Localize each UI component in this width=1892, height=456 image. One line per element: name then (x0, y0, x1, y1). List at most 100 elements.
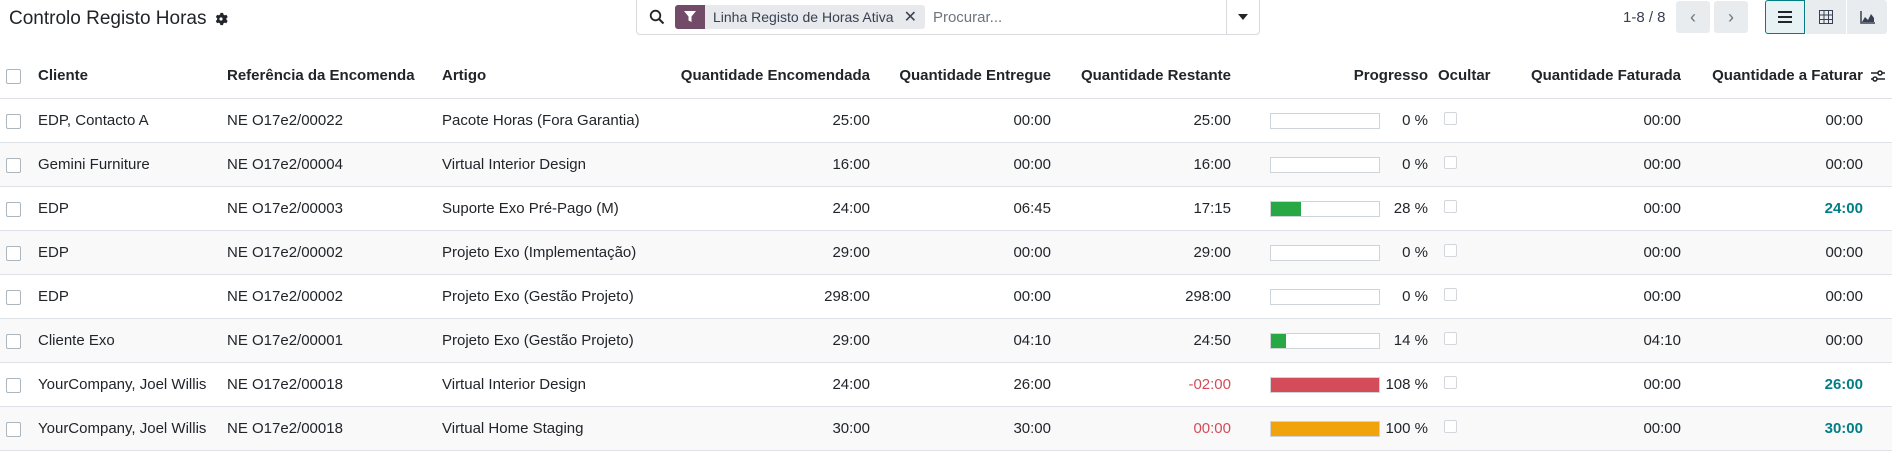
graph-view-button[interactable] (1847, 0, 1887, 34)
cell-entregue[interactable]: 26:00 (870, 362, 1051, 407)
cell-referencia[interactable]: NE O17e2/00022 (213, 98, 413, 143)
column-header-cliente[interactable]: Cliente (25, 53, 213, 99)
cell-referencia[interactable]: NE O17e2/00002 (213, 274, 413, 319)
cell-entregue[interactable]: 30:00 (870, 406, 1051, 451)
table-row[interactable]: EDP, Contacto A NE O17e2/00022 Pacote Hora… (0, 98, 1892, 143)
cell-restante[interactable]: 298:00 (1051, 274, 1231, 319)
cell-artigo[interactable]: Projeto Exo (Gestão Projeto) (413, 318, 653, 363)
cell-encomendada[interactable]: 24:00 (653, 362, 870, 407)
cell-referencia[interactable]: NE O17e2/00003 (213, 186, 413, 231)
cell-encomendada[interactable]: 24:00 (653, 186, 870, 231)
cell-artigo[interactable]: Virtual Interior Design (413, 142, 653, 187)
cell-faturada[interactable]: 00:00 (1508, 142, 1681, 187)
cell-cliente[interactable]: Cliente Exo (25, 318, 213, 363)
cell-restante[interactable]: 29:00 (1051, 230, 1231, 275)
cell-encomendada[interactable]: 25:00 (653, 98, 870, 143)
cell-faturada[interactable]: 04:10 (1508, 318, 1681, 363)
cell-artigo[interactable]: Suporte Exo Pré-Pago (M) (413, 186, 653, 231)
cell-entregue[interactable]: 00:00 (870, 230, 1051, 275)
row-checkbox[interactable] (6, 289, 21, 305)
row-checkbox[interactable] (6, 377, 21, 393)
cell-a-faturar[interactable]: 24:00 (1681, 186, 1863, 231)
cell-artigo[interactable]: Virtual Interior Design (413, 362, 653, 407)
cell-progresso[interactable]: 0 % (1231, 230, 1428, 275)
cell-cliente[interactable]: EDP (25, 274, 213, 319)
cell-referencia[interactable]: NE O17e2/00002 (213, 230, 413, 275)
table-row[interactable]: EDP NE O17e2/00002 Projeto Exo (Gestão Pro… (0, 274, 1892, 319)
toggle-search-panel-button[interactable] (1226, 0, 1259, 34)
cell-a-faturar[interactable]: 30:00 (1681, 406, 1863, 451)
cell-entregue[interactable]: 00:00 (870, 98, 1051, 143)
column-header-referencia[interactable]: Referência da Encomenda (213, 53, 415, 99)
cell-restante[interactable]: 24:50 (1051, 318, 1231, 363)
column-header-artigo[interactable]: Artigo (413, 53, 653, 99)
hide-checkbox[interactable] (1444, 244, 1457, 257)
row-checkbox[interactable] (6, 333, 21, 349)
cell-cliente[interactable]: EDP (25, 186, 213, 231)
row-checkbox[interactable] (6, 201, 21, 217)
column-header-restante[interactable]: Quantidade Restante (1051, 53, 1231, 99)
hide-checkbox[interactable] (1444, 376, 1457, 389)
hide-checkbox[interactable] (1444, 200, 1457, 213)
cell-restante[interactable]: -02:00 (1051, 362, 1231, 407)
remove-filter-icon[interactable]: ✕ (904, 7, 925, 27)
row-checkbox[interactable] (6, 113, 21, 129)
cell-cliente[interactable]: Gemini Furniture (25, 142, 213, 187)
table-row[interactable]: EDP NE O17e2/00003 Suporte Exo Pré-Pago (M… (0, 186, 1892, 231)
cell-referencia[interactable]: NE O17e2/00018 (213, 406, 413, 451)
cell-restante[interactable]: 17:15 (1051, 186, 1231, 231)
row-checkbox[interactable] (6, 245, 21, 261)
select-all-checkbox[interactable] (6, 68, 21, 84)
cell-entregue[interactable]: 04:10 (870, 318, 1051, 363)
column-header-progresso[interactable]: Progresso (1231, 53, 1428, 99)
cell-a-faturar[interactable]: 00:00 (1681, 98, 1863, 143)
cell-faturada[interactable]: 00:00 (1508, 274, 1681, 319)
cell-progresso[interactable]: 0 % (1231, 274, 1428, 319)
cell-restante[interactable]: 16:00 (1051, 142, 1231, 187)
cell-entregue[interactable]: 00:00 (870, 142, 1051, 187)
column-header-a-faturar[interactable]: Quantidade a Faturar (1681, 53, 1863, 99)
cell-artigo[interactable]: Virtual Home Staging (413, 406, 653, 451)
cell-progresso[interactable]: 14 % (1231, 318, 1428, 363)
table-row[interactable]: Gemini Furniture NE O17e2/00004 Virtual In… (0, 142, 1892, 187)
pager-value[interactable]: 1-8 / 8 (1623, 9, 1666, 26)
cell-encomendada[interactable]: 29:00 (653, 318, 870, 363)
cell-referencia[interactable]: NE O17e2/00004 (213, 142, 413, 187)
search-icon[interactable] (649, 9, 665, 25)
table-row[interactable]: YourCompany, Joel Willis NE O17e2/00018 Vi… (0, 406, 1892, 451)
cell-encomendada[interactable]: 29:00 (653, 230, 870, 275)
cell-artigo[interactable]: Projeto Exo (Implementação) (413, 230, 653, 275)
cell-progresso[interactable]: 108 % (1231, 362, 1428, 407)
pivot-view-button[interactable] (1806, 0, 1846, 34)
cell-progresso[interactable]: 28 % (1231, 186, 1428, 231)
row-checkbox[interactable] (6, 157, 21, 173)
hide-checkbox[interactable] (1444, 112, 1457, 125)
cell-cliente[interactable]: YourCompany, Joel Willis (25, 362, 213, 407)
column-header-encomendada[interactable]: Quantidade Encomendada (653, 53, 870, 99)
cell-faturada[interactable]: 00:00 (1508, 406, 1681, 451)
cell-cliente[interactable]: EDP (25, 230, 213, 275)
list-view-button[interactable] (1765, 0, 1805, 34)
cell-artigo[interactable]: Pacote Horas (Fora Garantia) (413, 98, 653, 143)
cell-entregue[interactable]: 06:45 (870, 186, 1051, 231)
cell-faturada[interactable]: 00:00 (1508, 362, 1681, 407)
cell-encomendada[interactable]: 30:00 (653, 406, 870, 451)
cell-faturada[interactable]: 00:00 (1508, 230, 1681, 275)
search-input[interactable] (930, 7, 1226, 27)
cell-progresso[interactable]: 0 % (1231, 98, 1428, 143)
cell-artigo[interactable]: Projeto Exo (Gestão Projeto) (413, 274, 653, 319)
cell-progresso[interactable]: 100 % (1231, 406, 1428, 451)
gear-icon[interactable] (214, 12, 229, 26)
cell-restante[interactable]: 25:00 (1051, 98, 1231, 143)
cell-a-faturar[interactable]: 26:00 (1681, 362, 1863, 407)
cell-a-faturar[interactable]: 00:00 (1681, 230, 1863, 275)
cell-restante[interactable]: 00:00 (1051, 406, 1231, 451)
table-row[interactable]: EDP NE O17e2/00002 Projeto Exo (Implementa… (0, 230, 1892, 275)
cell-referencia[interactable]: NE O17e2/00018 (213, 362, 413, 407)
row-checkbox[interactable] (6, 421, 21, 437)
previous-page-button[interactable]: ‹ (1676, 1, 1710, 33)
cell-encomendada[interactable]: 16:00 (653, 142, 870, 187)
hide-checkbox[interactable] (1444, 156, 1457, 169)
table-row[interactable]: Cliente Exo NE O17e2/00001 Projeto Exo (Ge… (0, 318, 1892, 363)
cell-progresso[interactable]: 0 % (1231, 142, 1428, 187)
